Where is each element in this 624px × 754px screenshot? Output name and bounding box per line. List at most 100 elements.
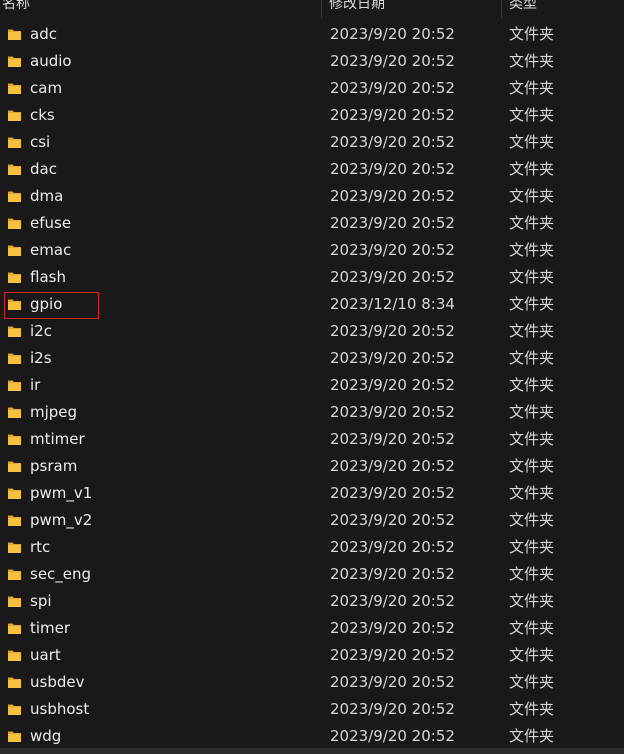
file-list: adc 2023/9/20 20:52 文件夹 audio 2023/9/20 20:5…: [0, 21, 624, 750]
file-type: 文件夹: [509, 646, 555, 664]
file-type: 文件夹: [509, 106, 555, 124]
horizontal-scrollbar[interactable]: [0, 748, 624, 754]
file-name: flash: [30, 268, 66, 286]
file-row[interactable]: dac 2023/9/20 20:52 文件夹: [0, 156, 624, 183]
file-type: 文件夹: [509, 160, 555, 178]
folder-icon: [7, 432, 22, 447]
file-name: rtc: [30, 538, 51, 556]
folder-icon: [7, 567, 22, 582]
folder-icon: [7, 702, 22, 717]
file-row[interactable]: usbdev 2023/9/20 20:52 文件夹: [0, 669, 624, 696]
file-modified-date: 2023/9/20 20:52: [330, 673, 455, 691]
file-name: sec_eng: [30, 565, 92, 583]
file-name: dac: [30, 160, 57, 178]
file-modified-date: 2023/12/10 8:34: [330, 295, 455, 313]
file-modified-date: 2023/9/20 20:52: [330, 727, 455, 745]
folder-icon: [7, 54, 22, 69]
folder-icon: [7, 378, 22, 393]
folder-icon: [7, 459, 22, 474]
file-type: 文件夹: [509, 52, 555, 70]
file-name: i2c: [30, 322, 52, 340]
file-modified-date: 2023/9/20 20:52: [330, 538, 455, 556]
file-name: i2s: [30, 349, 52, 367]
file-type: 文件夹: [509, 700, 555, 718]
file-row[interactable]: psram 2023/9/20 20:52 文件夹: [0, 453, 624, 480]
file-name: dma: [30, 187, 64, 205]
column-divider[interactable]: [321, 0, 322, 18]
file-name: audio: [30, 52, 72, 70]
file-modified-date: 2023/9/20 20:52: [330, 700, 455, 718]
file-row[interactable]: mtimer 2023/9/20 20:52 文件夹: [0, 426, 624, 453]
file-modified-date: 2023/9/20 20:52: [330, 592, 455, 610]
folder-icon: [7, 216, 22, 231]
folder-icon: [7, 135, 22, 150]
file-row[interactable]: cam 2023/9/20 20:52 文件夹: [0, 75, 624, 102]
column-divider[interactable]: [501, 0, 502, 18]
file-type: 文件夹: [509, 727, 555, 745]
column-header-type[interactable]: 类型: [505, 0, 537, 18]
file-modified-date: 2023/9/20 20:52: [330, 52, 455, 70]
file-row[interactable]: flash 2023/9/20 20:52 文件夹: [0, 264, 624, 291]
folder-icon: [7, 351, 22, 366]
file-type: 文件夹: [509, 430, 555, 448]
file-name: uart: [30, 646, 61, 664]
file-name: ir: [30, 376, 41, 394]
file-row[interactable]: emac 2023/9/20 20:52 文件夹: [0, 237, 624, 264]
file-modified-date: 2023/9/20 20:52: [330, 133, 455, 151]
file-modified-date: 2023/9/20 20:52: [330, 430, 455, 448]
file-row[interactable]: spi 2023/9/20 20:52 文件夹: [0, 588, 624, 615]
folder-icon: [7, 27, 22, 42]
file-modified-date: 2023/9/20 20:52: [330, 646, 455, 664]
folder-icon: [7, 243, 22, 258]
file-name: efuse: [30, 214, 72, 232]
folder-icon: [7, 729, 22, 744]
file-row[interactable]: i2s 2023/9/20 20:52 文件夹: [0, 345, 624, 372]
file-type: 文件夹: [509, 268, 555, 286]
file-modified-date: 2023/9/20 20:52: [330, 79, 455, 97]
file-row[interactable]: timer 2023/9/20 20:52 文件夹: [0, 615, 624, 642]
file-row[interactable]: adc 2023/9/20 20:52 文件夹: [0, 21, 624, 48]
file-row[interactable]: rtc 2023/9/20 20:52 文件夹: [0, 534, 624, 561]
file-row[interactable]: sec_eng 2023/9/20 20:52 文件夹: [0, 561, 624, 588]
column-header-date[interactable]: 修改日期: [325, 0, 385, 18]
file-name: pwm_v2: [30, 511, 93, 529]
file-row[interactable]: mjpeg 2023/9/20 20:52 文件夹: [0, 399, 624, 426]
file-name: cks: [30, 106, 55, 124]
file-type: 文件夹: [509, 349, 555, 367]
folder-icon: [7, 270, 22, 285]
file-row[interactable]: wdg 2023/9/20 20:52 文件夹: [0, 723, 624, 750]
file-row[interactable]: efuse 2023/9/20 20:52 文件夹: [0, 210, 624, 237]
file-name: adc: [30, 25, 57, 43]
file-name: mjpeg: [30, 403, 78, 421]
file-modified-date: 2023/9/20 20:52: [330, 25, 455, 43]
file-type: 文件夹: [509, 295, 555, 313]
file-modified-date: 2023/9/20 20:52: [330, 484, 455, 502]
file-row[interactable]: i2c 2023/9/20 20:52 文件夹: [0, 318, 624, 345]
file-row[interactable]: ir 2023/9/20 20:52 文件夹: [0, 372, 624, 399]
file-type: 文件夹: [509, 25, 555, 43]
file-row[interactable]: pwm_v2 2023/9/20 20:52 文件夹: [0, 507, 624, 534]
folder-icon: [7, 162, 22, 177]
file-modified-date: 2023/9/20 20:52: [330, 268, 455, 286]
file-type: 文件夹: [509, 322, 555, 340]
file-row[interactable]: usbhost 2023/9/20 20:52 文件夹: [0, 696, 624, 723]
file-type: 文件夹: [509, 592, 555, 610]
file-type: 文件夹: [509, 457, 555, 475]
file-row[interactable]: pwm_v1 2023/9/20 20:52 文件夹: [0, 480, 624, 507]
column-header-name[interactable]: 名称: [0, 0, 30, 18]
folder-icon: [7, 324, 22, 339]
file-row[interactable]: audio 2023/9/20 20:52 文件夹: [0, 48, 624, 75]
folder-icon: [7, 648, 22, 663]
folder-icon: [7, 189, 22, 204]
file-name: pwm_v1: [30, 484, 93, 502]
file-type: 文件夹: [509, 214, 555, 232]
file-modified-date: 2023/9/20 20:52: [330, 322, 455, 340]
file-modified-date: 2023/9/20 20:52: [330, 241, 455, 259]
file-name: emac: [30, 241, 72, 259]
file-row[interactable]: cks 2023/9/20 20:52 文件夹: [0, 102, 624, 129]
file-row[interactable]: uart 2023/9/20 20:52 文件夹: [0, 642, 624, 669]
file-row[interactable]: csi 2023/9/20 20:52 文件夹: [0, 129, 624, 156]
file-row[interactable]: dma 2023/9/20 20:52 文件夹: [0, 183, 624, 210]
file-name: usbhost: [30, 700, 90, 718]
file-modified-date: 2023/9/20 20:52: [330, 106, 455, 124]
